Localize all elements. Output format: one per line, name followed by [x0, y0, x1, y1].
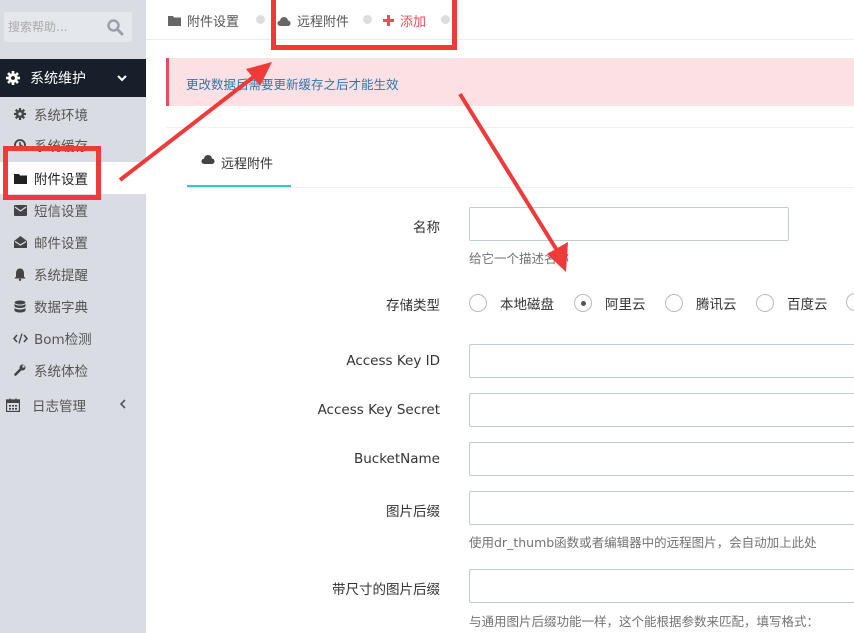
- sidebar-section-logs[interactable]: 日志管理: [0, 390, 146, 420]
- breadcrumb-label: 附件设置: [187, 15, 240, 30]
- access-key-id-label: Access Key ID: [346, 353, 440, 369]
- tab-label: 远程附件: [221, 157, 274, 172]
- sidebar-item-label: Bom检测: [34, 332, 92, 348]
- bucket-name-input[interactable]: [469, 442, 854, 476]
- sized-image-suffix-input[interactable]: [469, 569, 854, 603]
- storage-radio-baidu[interactable]: 百度云: [756, 293, 828, 313]
- code-icon: [12, 330, 28, 346]
- access-key-secret-input[interactable]: [469, 393, 854, 427]
- search-input[interactable]: [8, 17, 108, 37]
- cloud-icon: [201, 154, 215, 164]
- gear-icon: [12, 106, 28, 122]
- sidebar-item-label: 数据字典: [34, 300, 88, 316]
- radio-label: 百度云: [787, 297, 828, 313]
- sidebar-item-label: 系统提醒: [34, 268, 88, 284]
- name-help-text: 给它一个描述名称: [469, 251, 570, 266]
- annotation-box-breadcrumb: [271, 0, 457, 50]
- sidebar-item-mail-settings[interactable]: 邮件设置: [0, 227, 146, 257]
- radio-circle: [469, 294, 487, 312]
- chevron-left-icon: [119, 399, 126, 409]
- cache-notice-alert: 更改数据后需要更新缓存之后才能生效: [166, 58, 854, 106]
- bell-icon: [12, 266, 28, 282]
- breadcrumb: 附件设置 远程附件 添加: [146, 0, 854, 40]
- envelope-open-icon: [12, 234, 28, 250]
- alert-text: 更改数据后需要更新缓存之后才能生效: [186, 77, 399, 92]
- storage-radio-tencent[interactable]: 腾讯云: [665, 293, 737, 313]
- sidebar-item-label: 系统体检: [34, 364, 88, 380]
- storage-radio-local[interactable]: 本地磁盘: [469, 293, 554, 313]
- image-suffix-label: 图片后缀: [386, 504, 440, 520]
- radio-circle: [846, 293, 854, 311]
- storage-radio-aliyun[interactable]: 阿里云: [574, 293, 646, 313]
- chevron-down-icon: [117, 75, 127, 82]
- gear-icon: [6, 71, 20, 85]
- name-input[interactable]: [469, 207, 789, 241]
- breadcrumb-attachment-settings[interactable]: 附件设置: [168, 11, 239, 30]
- image-suffix-input[interactable]: [469, 491, 854, 525]
- folder-icon: [168, 15, 181, 26]
- sidebar-search: [0, 8, 146, 44]
- annotation-arrow-to-storage-type: [458, 92, 568, 272]
- sidebar-item-system-env[interactable]: 系统环境: [0, 99, 146, 129]
- bucket-name-label: BucketName: [353, 451, 440, 467]
- storage-type-label: 存储类型: [386, 298, 440, 314]
- tab-underline: [187, 187, 854, 188]
- access-key-id-input[interactable]: [469, 344, 854, 378]
- sidebar-item-data-dictionary[interactable]: 数据字典: [0, 291, 146, 321]
- sidebar-section-system-maintenance[interactable]: 系统维护: [0, 59, 146, 97]
- access-key-secret-label: Access Key Secret: [317, 402, 440, 418]
- sized-image-suffix-label: 带尺寸的图片后缀: [332, 582, 440, 598]
- sidebar-item-system-checkup[interactable]: 系统体检: [0, 355, 146, 385]
- annotation-box-sidebar: [3, 146, 101, 200]
- sidebar-section-label: 系统维护: [30, 71, 86, 87]
- tab-remote-attachment[interactable]: 远程附件: [187, 148, 291, 188]
- sidebar-item-bom-check[interactable]: Bom检测: [0, 323, 146, 353]
- sidebar-item-label: 系统环境: [34, 108, 88, 124]
- sidebar-item-label: 短信设置: [34, 204, 88, 220]
- sidebar-item-label: 日志管理: [32, 399, 86, 415]
- panel-divider: [166, 127, 854, 128]
- database-icon: [12, 298, 28, 314]
- radio-circle: [665, 294, 683, 312]
- sidebar-item-system-reminder[interactable]: 系统提醒: [0, 259, 146, 289]
- envelope-icon: [12, 202, 28, 218]
- radio-circle: [756, 294, 774, 312]
- name-label: 名称: [413, 220, 440, 236]
- calendar-icon: [6, 398, 20, 412]
- sized-image-suffix-help-text: 与通用图片后缀功能一样，这个能根据参数来匹配，填写格式：: [469, 614, 820, 629]
- radio-circle-selected: [574, 294, 592, 312]
- radio-label: 腾讯云: [696, 297, 737, 313]
- storage-radio-more[interactable]: [846, 293, 854, 311]
- search-icon[interactable]: [106, 18, 124, 36]
- wrench-icon: [12, 362, 28, 378]
- radio-label: 本地磁盘: [500, 297, 554, 313]
- breadcrumb-separator: [256, 15, 265, 24]
- image-suffix-help-text: 使用dr_thumb函数或者编辑器中的远程图片，会自动加上此处: [469, 535, 817, 550]
- radio-label: 阿里云: [605, 297, 646, 313]
- sidebar: 系统维护 系统环境 系统缓存 附件设置 短信设置 邮件设置: [0, 0, 146, 633]
- search-box: [4, 12, 132, 42]
- sidebar-item-label: 邮件设置: [34, 236, 88, 252]
